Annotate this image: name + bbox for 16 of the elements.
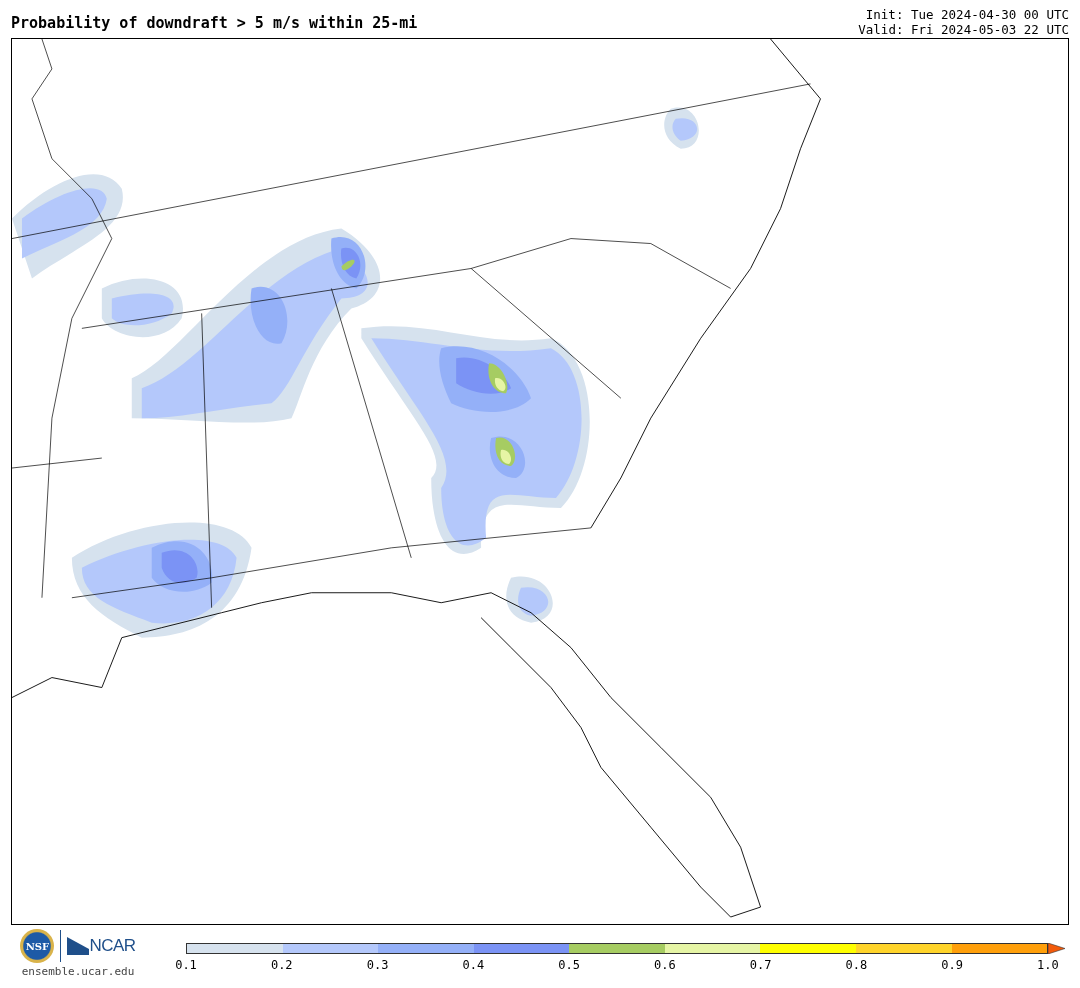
tick-label: 0.1: [174, 958, 198, 972]
tick-label: 0.4: [461, 958, 486, 972]
tick-label: 1.0: [1036, 958, 1060, 972]
tick-label: 0.7: [748, 958, 773, 972]
tick-label: 0.8: [844, 958, 869, 972]
valid-time: Valid: Fri 2024-05-03 22 UTC: [858, 22, 1069, 37]
seal-logo: NSF: [20, 929, 55, 963]
init-time: Init: Tue 2024-04-30 00 UTC: [865, 7, 1069, 22]
tick-label: 0.5: [557, 958, 581, 972]
tick-label: 0.9: [940, 958, 964, 972]
site-url: ensemble.ucar.edu: [21, 965, 135, 978]
brand-logo: NCAR: [67, 936, 136, 956]
chart-title: Probability of downdraft > 5 m/s within 25-mi: [11, 14, 418, 34]
tick-label: 0.3: [365, 958, 390, 972]
tick-label: 0.6: [653, 958, 677, 972]
tick-label: 0.2: [269, 958, 294, 972]
